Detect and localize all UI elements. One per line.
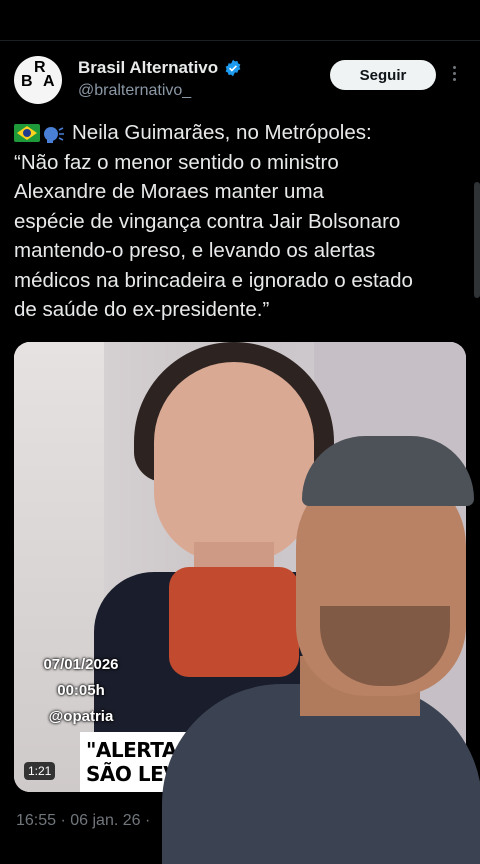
overlay-handle: @opatria [48,708,114,725]
more-options-icon[interactable] [450,66,458,84]
tweet-body: Neila Guimarães, no Metrópoles: “Não faz… [14,118,470,325]
tweet-emojis [14,124,66,144]
status-bar [0,0,480,41]
account-name[interactable]: Brasil Alternativo [78,58,218,78]
reaction-video-person [162,436,480,864]
tweet-text: Neila Guimarães, no Metrópoles: “Não faz… [14,121,413,321]
overlay-time: 00:05h [57,682,105,699]
verified-badge-icon [225,59,241,77]
logo-letter: A [43,73,55,90]
account-handle[interactable]: @bralternativo_ [78,82,191,100]
scrollbar[interactable] [474,182,480,298]
account-name-row[interactable]: Brasil Alternativo [78,58,242,78]
speaking-head-icon [44,127,64,143]
brazil-flag-icon [14,124,40,142]
logo-letter: B [21,73,33,90]
overlay-date: 07/01/2026 [43,656,119,673]
video-duration: 1:21 [24,762,56,780]
tweet-timestamp[interactable]: 16:55 · 06 jan. 26 · [16,812,150,830]
follow-button[interactable]: Seguir [330,60,436,90]
tweet-header: R B A Brasil Alternativo @bralternativo_… [14,56,466,106]
account-avatar[interactable]: R B A [14,56,62,104]
person-cap [302,436,474,506]
